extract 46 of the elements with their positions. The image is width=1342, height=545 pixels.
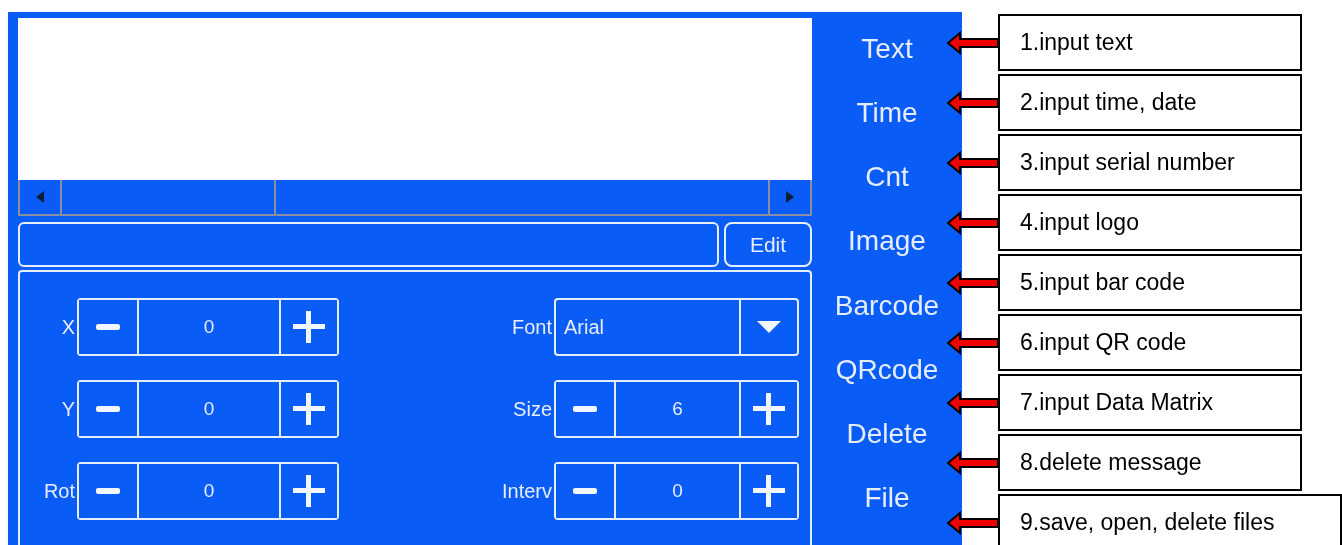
menu-item[interactable]: Barcode <box>834 288 940 353</box>
dropdown-caret-icon[interactable] <box>757 321 781 333</box>
scroll-left-icon[interactable] <box>18 180 62 214</box>
menu-item[interactable]: File <box>864 480 910 545</box>
horizontal-scrollbar[interactable] <box>18 180 812 216</box>
parameter-label: Y <box>60 397 75 421</box>
menu-item[interactable]: Delete <box>846 416 928 481</box>
parameter-label: Rot <box>42 479 75 503</box>
callout-text: 3.input serial number <box>1020 149 1235 176</box>
callout-text: 4.input logo <box>1020 209 1139 236</box>
message-field[interactable] <box>18 222 719 267</box>
minus-icon <box>573 487 597 495</box>
plus-icon <box>293 393 325 425</box>
minus-icon <box>573 405 597 413</box>
plus-icon <box>753 393 785 425</box>
parameter-label: Font <box>511 315 552 339</box>
plus-button[interactable] <box>279 382 337 436</box>
minus-icon <box>96 487 120 495</box>
callout-text: 8.delete message <box>1020 449 1202 476</box>
font-dropdown[interactable]: Arial <box>554 298 799 356</box>
callout-text: 6.input QR code <box>1020 329 1187 356</box>
dropdown-value: Arial <box>563 314 605 340</box>
edit-button[interactable]: Edit <box>724 222 812 267</box>
callout-text: 9.save, open, delete files <box>1020 509 1275 536</box>
menu-item[interactable]: Time <box>856 96 918 161</box>
callout-text: 1.input text <box>1020 29 1133 56</box>
callout-text: 7.input Data Matrix <box>1020 389 1214 416</box>
plus-button[interactable] <box>739 382 797 436</box>
menu-item[interactable]: Cnt <box>865 160 909 225</box>
minus-icon <box>96 323 120 331</box>
menu-item[interactable]: Text <box>861 32 913 97</box>
parameter-label: X <box>60 315 75 339</box>
callout-text: 2.input time, date <box>1020 89 1197 116</box>
scroll-right-icon[interactable] <box>768 180 812 214</box>
menu-item[interactable]: QRcode <box>835 352 939 417</box>
plus-icon <box>293 475 325 507</box>
parameter-label: Interv <box>501 479 552 503</box>
plus-button[interactable] <box>279 300 337 354</box>
callout-text: 5.input bar code <box>1020 269 1185 296</box>
plus-button[interactable] <box>279 464 337 518</box>
menu-item[interactable]: Image <box>848 224 926 289</box>
plus-icon <box>293 311 325 343</box>
plus-icon <box>753 475 785 507</box>
parameter-label: Size <box>513 397 552 421</box>
minus-icon <box>96 405 120 413</box>
plus-button[interactable] <box>739 464 797 518</box>
